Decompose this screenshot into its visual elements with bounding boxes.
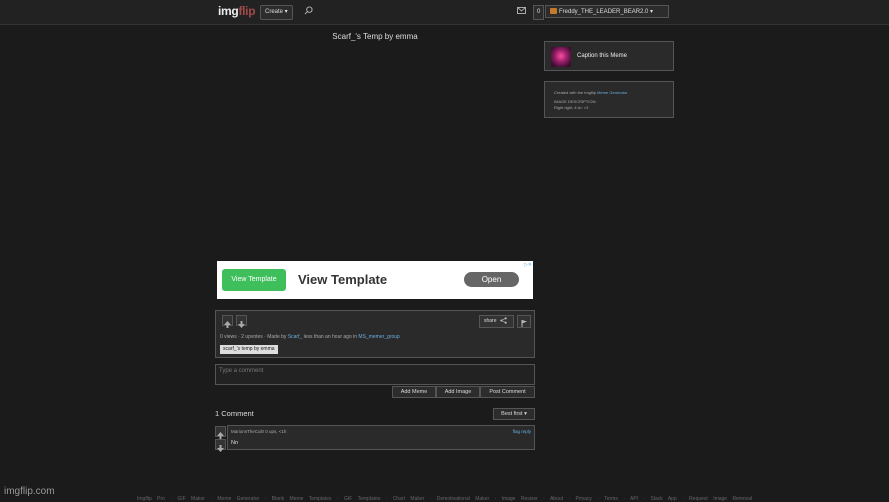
meme-thumbnail	[551, 47, 571, 67]
user-avatar	[550, 8, 557, 15]
user-menu-button[interactable]: Freddy_THE_LEADER_BEAR2.0 ▾	[545, 5, 669, 18]
arrow-down-icon	[217, 445, 224, 452]
stats-text: 0 views · 2 upvotes · Made by	[220, 334, 287, 340]
meme-title: Scarf_'s Temp by emma	[332, 32, 418, 41]
search-icon[interactable]	[304, 6, 313, 15]
share-label: share	[484, 318, 497, 324]
advertisement-banner[interactable]: ▷✕ View Template View Template Open	[217, 261, 533, 299]
comment-header: MarionsTheCult! 0 ups, <1h	[231, 429, 287, 434]
username-label: Freddy_THE_LEADER_BEAR2.0 ▾	[559, 9, 654, 15]
comment-upvote-button[interactable]	[215, 426, 226, 439]
image-description-text: Right right, it is!. <3	[554, 105, 589, 110]
meme-tag[interactable]: scarf_'s temp by emma	[220, 345, 278, 354]
logo-main-text: img	[218, 4, 239, 18]
caption-meme-label: Caption this Meme	[577, 53, 628, 59]
created-with-text: Created with the Imgflip	[554, 90, 597, 95]
stream-link[interactable]: MS_memer_group	[358, 334, 399, 340]
author-link[interactable]: Scarf_	[288, 334, 302, 340]
top-navbar: imgflip Create ▾ 0 Freddy_THE_LEADER_BEA…	[0, 0, 889, 25]
meme-meta-line: 0 views · 2 upvotes · Made by Scarf_ les…	[220, 334, 400, 340]
comment-body: MarionsTheCult! 0 ups, <1h flag reply Nn	[227, 425, 535, 450]
comments-count: 1 Comment	[215, 409, 254, 418]
downvote-button[interactable]	[236, 315, 247, 328]
post-comment-button[interactable]: Post Comment	[480, 386, 535, 398]
flag-icon	[521, 320, 527, 327]
imgflip-logo[interactable]: imgflip	[218, 4, 256, 18]
share-icon	[500, 317, 507, 324]
create-dropdown-button[interactable]: Create ▾	[260, 5, 293, 20]
sort-comments-button[interactable]: Best first ▾	[493, 408, 535, 420]
logo-accent-text: flip	[238, 4, 256, 18]
arrow-up-icon	[224, 321, 231, 328]
comment-downvote-button[interactable]	[215, 439, 226, 452]
mail-icon[interactable]	[517, 7, 526, 14]
caption-meme-card[interactable]: Caption this Meme	[544, 41, 674, 71]
comment-item: MarionsTheCult! 0 ups, <1h flag reply Nn	[215, 425, 535, 452]
time-text: less than an hour ago in	[303, 334, 358, 340]
meme-generator-link[interactable]: Meme Generator	[597, 90, 627, 95]
ad-choices-badge[interactable]: ▷✕	[524, 262, 532, 268]
footer-links[interactable]: Imgflip Pro · GIF Maker · Meme Generator…	[137, 496, 752, 502]
add-meme-button[interactable]: Add Meme	[392, 386, 436, 398]
upvote-button[interactable]	[222, 315, 233, 328]
meme-stats-box: share 0 views · 2 upvotes · Made by Scar…	[215, 310, 535, 358]
comment-input[interactable]: Type a comment	[215, 364, 535, 385]
comment-votes	[215, 426, 226, 452]
share-button[interactable]: share	[479, 315, 514, 328]
comment-text: Nn	[231, 440, 239, 446]
arrow-up-icon	[217, 432, 224, 439]
add-image-button[interactable]: Add Image	[436, 386, 480, 398]
ad-open-button[interactable]: Open	[464, 272, 519, 287]
notification-count[interactable]: 0	[533, 5, 545, 20]
meme-info-panel: Created with the Imgflip Meme Generator …	[544, 81, 674, 118]
ad-logo[interactable]: View Template	[222, 269, 286, 291]
arrow-down-icon	[238, 321, 245, 328]
ad-title[interactable]: View Template	[298, 272, 387, 287]
comment-actions-links[interactable]: flag reply	[513, 429, 531, 434]
flag-button[interactable]	[517, 315, 531, 328]
footer-logo[interactable]: imgflip.com	[4, 486, 55, 497]
